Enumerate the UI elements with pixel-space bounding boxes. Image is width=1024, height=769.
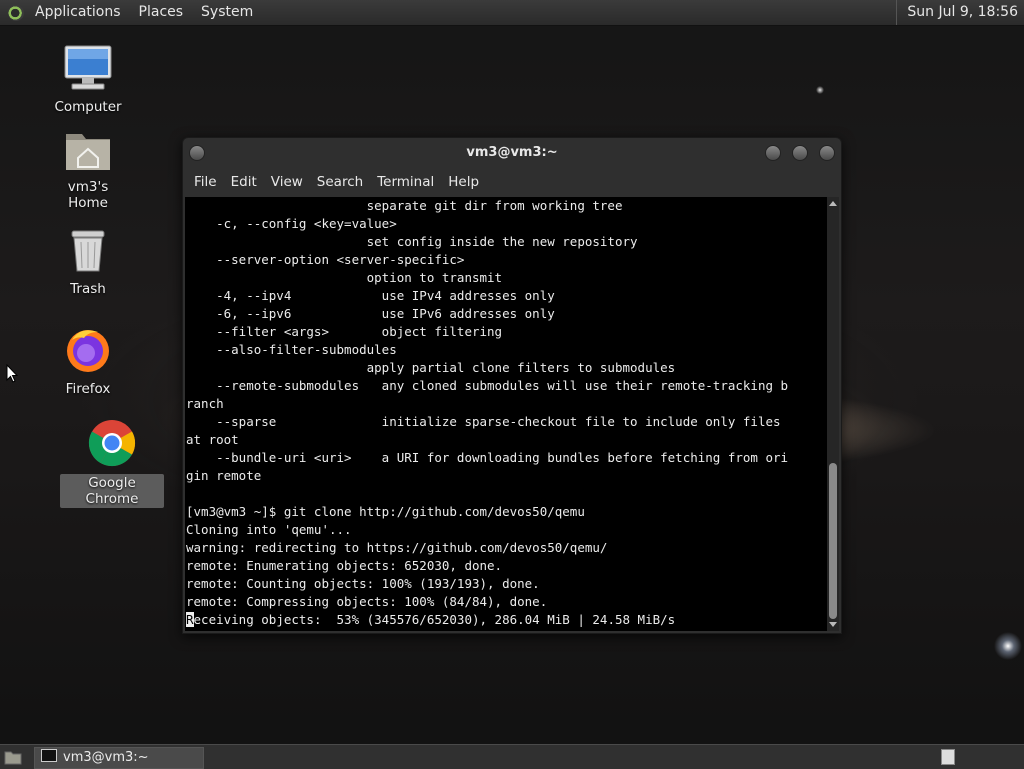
desktop-icon-label: Google Chrome: [60, 474, 164, 508]
terminal-scrollbar[interactable]: [827, 197, 839, 631]
window-title: vm3@vm3:~: [466, 145, 558, 160]
menu-help[interactable]: Help: [441, 174, 486, 190]
desktop-icon-label: vm3's Home: [67, 179, 109, 211]
terminal-progress-line: eceiving objects: 53% (345576/652030), 2…: [193, 612, 676, 627]
terminal-current-line: Receiving objects: 53% (345576/652030), …: [185, 611, 827, 629]
clock[interactable]: Sun Jul 9, 18:56: [896, 0, 1024, 25]
desktop-icon-home[interactable]: vm3's Home: [43, 128, 133, 212]
chrome-icon: [88, 420, 136, 467]
taskbar-label: vm3@vm3:~: [63, 750, 149, 765]
terminal-text: separate git dir from working tree -c, -…: [186, 198, 789, 609]
desktop-icon-label: Computer: [54, 99, 122, 115]
menu-view[interactable]: View: [264, 174, 310, 190]
window-menu-button[interactable]: [189, 145, 205, 161]
menu-file[interactable]: File: [187, 174, 224, 190]
window-menubar: File Edit View Search Terminal Help: [183, 168, 841, 196]
desktop-icon-label: Trash: [70, 281, 106, 297]
maximize-button[interactable]: [792, 145, 808, 161]
trash-icon: [71, 230, 105, 272]
terminal-output[interactable]: separate git dir from working tree -c, -…: [185, 197, 827, 631]
minimize-button[interactable]: [765, 145, 781, 161]
taskbar-terminal-button[interactable]: vm3@vm3:~: [34, 747, 204, 769]
computer-icon: [64, 45, 112, 90]
terminal-window[interactable]: vm3@vm3:~ File Edit View Search Terminal…: [182, 137, 842, 634]
show-desktop-icon[interactable]: [4, 749, 22, 765]
desktop-icon-firefox[interactable]: Firefox: [43, 326, 133, 398]
desktop-icon-trash[interactable]: Trash: [43, 228, 133, 298]
menu-places[interactable]: Places: [130, 0, 193, 25]
top-panel: Applications Places System Sun Jul 9, 18…: [0, 0, 1024, 26]
desktop-icon-chrome[interactable]: Google Chrome: [60, 418, 164, 508]
bottom-panel: vm3@vm3:~: [0, 744, 1024, 769]
scroll-down-arrow-icon[interactable]: [829, 622, 837, 627]
terminal-cursor: R: [186, 612, 194, 627]
menu-search[interactable]: Search: [310, 174, 370, 190]
menu-terminal[interactable]: Terminal: [370, 174, 441, 190]
close-button[interactable]: [819, 145, 835, 161]
mouse-pointer-icon: [6, 364, 18, 383]
workspace-switcher-icon[interactable]: [941, 749, 955, 765]
firefox-icon: [67, 330, 109, 372]
scroll-up-arrow-icon[interactable]: [829, 201, 837, 206]
desktop-icon-label: Firefox: [65, 381, 111, 397]
applications-logo-icon[interactable]: [8, 4, 24, 21]
menu-applications[interactable]: Applications: [26, 0, 130, 25]
menu-edit[interactable]: Edit: [224, 174, 264, 190]
window-titlebar[interactable]: vm3@vm3:~: [183, 138, 841, 168]
terminal-icon: [41, 749, 57, 762]
scrollbar-thumb[interactable]: [829, 463, 837, 619]
home-folder-icon: [66, 134, 110, 170]
menu-system[interactable]: System: [192, 0, 262, 25]
desktop-icon-computer[interactable]: Computer: [43, 44, 133, 116]
